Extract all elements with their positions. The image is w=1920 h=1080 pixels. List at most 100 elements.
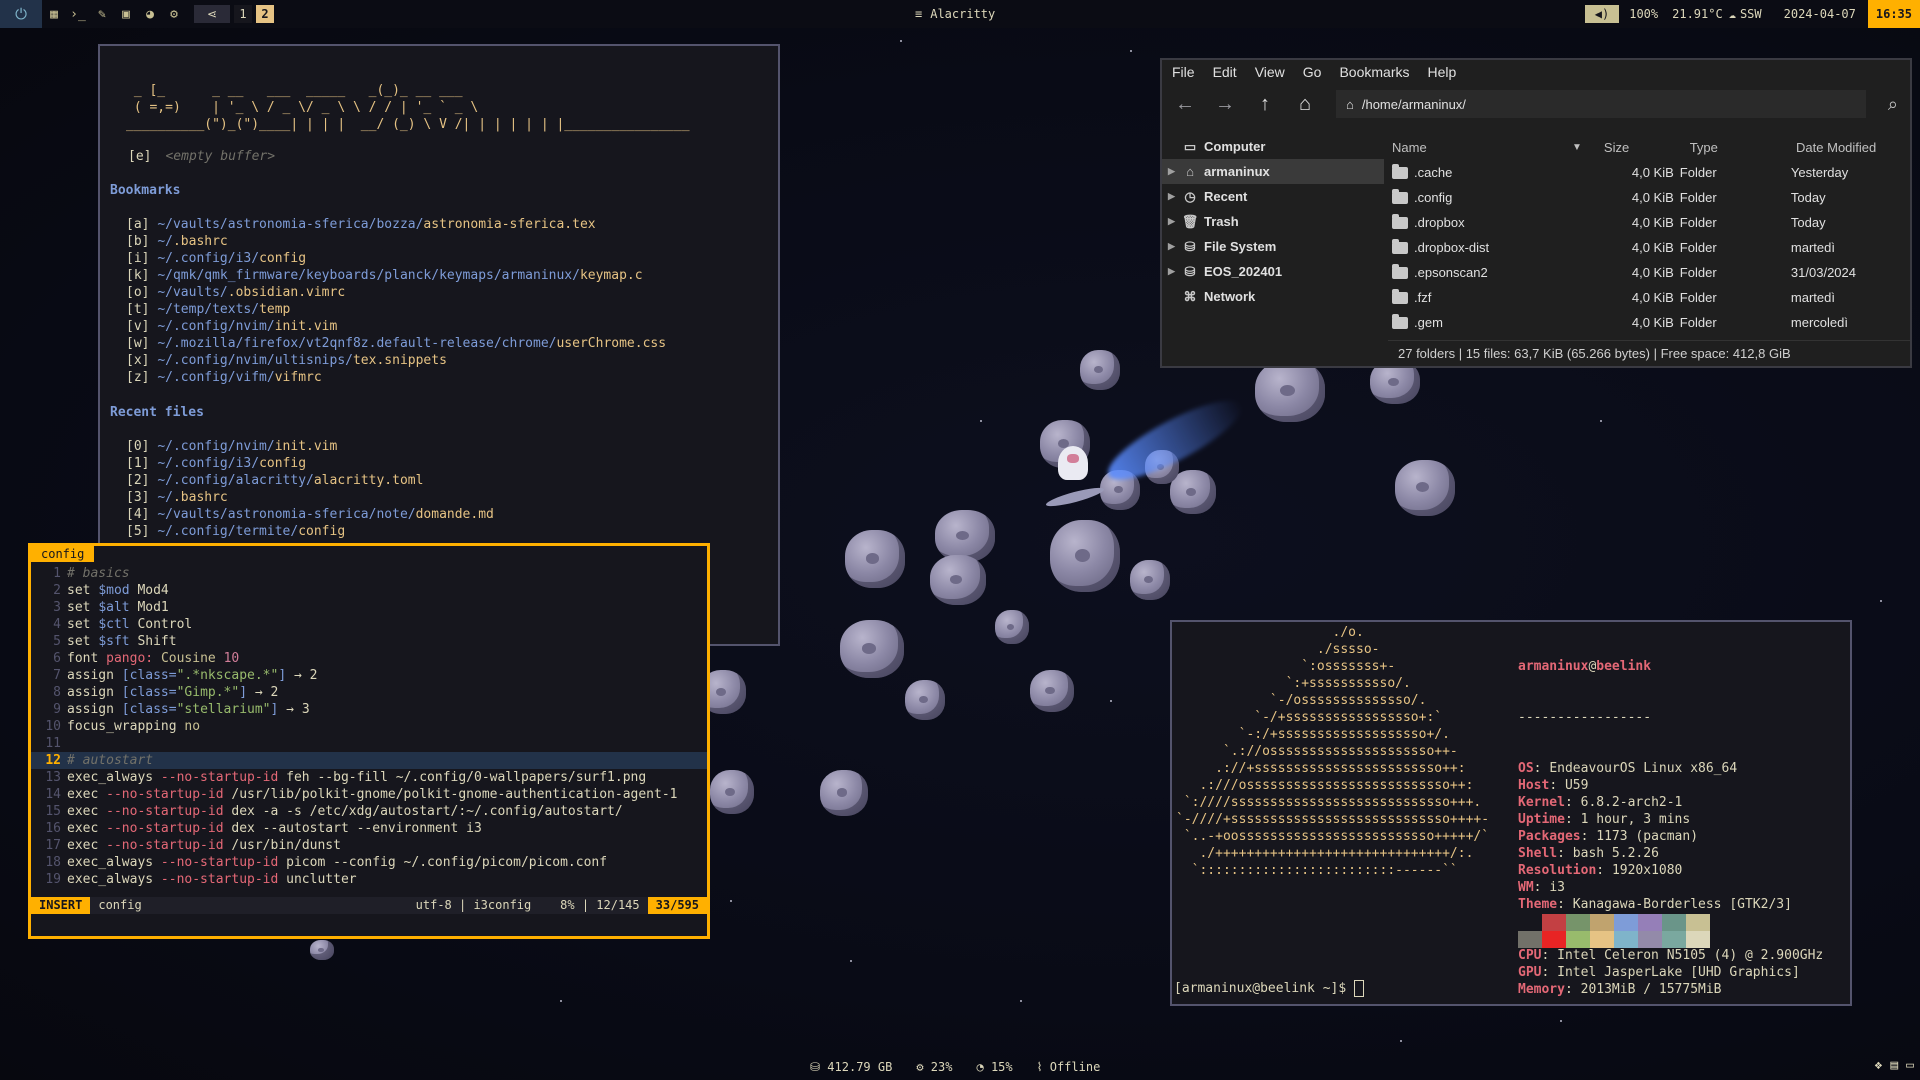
code-line[interactable]: 11 (31, 735, 707, 752)
bookmark-item[interactable]: [v] ~/.config/nvim/init.vim (126, 318, 666, 335)
terminal-icon[interactable]: ›_ (66, 7, 90, 22)
workspace-2[interactable]: 2 (256, 5, 274, 23)
table-row[interactable]: .fzf 4,0 KiB Folder martedì (1388, 285, 1910, 310)
menu-go[interactable]: Go (1303, 64, 1322, 80)
bookmark-item[interactable]: [x] ~/.config/nvim/ultisnips/tex.snippet… (126, 352, 666, 369)
expand-arrow-icon[interactable]: ▶ (1168, 166, 1180, 177)
column-type[interactable]: Type (1690, 140, 1796, 155)
circle-icon[interactable]: ◕ (138, 7, 162, 22)
clock[interactable]: 16:35 (1867, 0, 1920, 28)
info-key: Host (1518, 778, 1550, 793)
code-line[interactable]: 12 # autostart (31, 752, 707, 769)
menu-bookmarks[interactable]: Bookmarks (1339, 64, 1409, 80)
gear-icon[interactable]: ⚙ (162, 7, 186, 22)
code-line[interactable]: 7 assign [class=".*nkscape.*"] → 2 (31, 667, 707, 684)
sidebar-item-recent[interactable]: ▶ ◷ Recent (1162, 184, 1384, 209)
workspace-1[interactable]: 1 (234, 5, 252, 23)
empty-buffer-entry[interactable]: [e] <empty buffer> (128, 148, 275, 165)
sidebar-item-computer[interactable]: ▭ Computer (1162, 134, 1384, 159)
grid-icon[interactable]: ▦ (42, 7, 66, 22)
code-line[interactable]: 14 exec --no-startup-id /usr/lib/polkit-g… (31, 786, 707, 803)
menu-help[interactable]: Help (1428, 64, 1457, 80)
menu-edit[interactable]: Edit (1213, 64, 1237, 80)
column-size[interactable]: Size (1590, 140, 1690, 155)
bookmark-item[interactable]: [z] ~/.config/vifm/vifmrc (126, 369, 666, 386)
sidebar-item-label: armaninux (1204, 164, 1270, 179)
code-line[interactable]: 18 exec_always --no-startup-id picom --co… (31, 854, 707, 871)
code-line[interactable]: 3 set $alt Mod1 (31, 599, 707, 616)
table-row[interactable]: .epsonscan2 4,0 KiB Folder 31/03/2024 (1388, 260, 1910, 285)
expand-arrow-icon[interactable]: ▶ (1168, 241, 1180, 252)
code-line[interactable]: 17 exec --no-startup-id /usr/bin/dunst (31, 837, 707, 854)
config-editor[interactable]: config 1 # basics 2 set $mod Mod4 3 set $alt … (28, 543, 710, 939)
code-area[interactable]: 1 # basics 2 set $mod Mod4 3 set $alt Mod1 4 se… (31, 565, 707, 888)
recent-item[interactable]: [1] ~/.config/i3/config (126, 455, 494, 472)
edit-icon[interactable]: ✎ (90, 7, 114, 22)
share-icon[interactable]: ⋖ (194, 5, 230, 23)
code-line[interactable]: 2 set $mod Mod4 (31, 582, 707, 599)
sidebar-item-trash[interactable]: ▶ 🗑 Trash (1162, 209, 1384, 234)
expand-arrow-icon[interactable]: ▶ (1168, 216, 1180, 227)
home-icon[interactable]: ⌂ (1292, 91, 1318, 117)
scanner-icon[interactable]: ▤ (1890, 1058, 1898, 1073)
asteroid (930, 555, 986, 605)
bookmark-item[interactable]: [a] ~/vaults/astronomia-sferica/bozza/as… (126, 216, 666, 233)
recent-item[interactable]: [5] ~/.config/termite/config (126, 523, 494, 540)
bookmark-item[interactable]: [i] ~/.config/i3/config (126, 250, 666, 267)
expand-arrow-icon[interactable]: ▶ (1168, 266, 1180, 277)
bookmark-item[interactable]: [o] ~/vaults/.obsidian.vimrc (126, 284, 666, 301)
column-name[interactable]: Name ▼ (1388, 140, 1590, 155)
expand-arrow-icon[interactable]: ▶ (1168, 191, 1180, 202)
up-arrow-icon[interactable]: ↑ (1252, 91, 1278, 117)
location-bar[interactable]: ⌂ /home/armaninux/ (1336, 90, 1866, 118)
table-row[interactable]: .dropbox 4,0 KiB Folder Today (1388, 210, 1910, 235)
file-name: .config (1414, 190, 1453, 205)
network-icon: ⌘ (1183, 288, 1197, 304)
bookmark-item[interactable]: [w] ~/.mozilla/firefox/vt2qnf8z.default-… (126, 335, 666, 352)
back-arrow-icon[interactable]: ← (1172, 91, 1198, 117)
code-line[interactable]: 8 assign [class="Gimp.*"] → 2 (31, 684, 707, 701)
recent-item[interactable]: [2] ~/.config/alacritty/alacritty.toml (126, 472, 494, 489)
code-line[interactable]: 16 exec --no-startup-id dex --autostart -… (31, 820, 707, 837)
code-line[interactable]: 4 set $ctl Control (31, 616, 707, 633)
code-line[interactable]: 1 # basics (31, 565, 707, 582)
table-row[interactable]: .config 4,0 KiB Folder Today (1388, 185, 1910, 210)
code-line[interactable]: 10 focus_wrapping no (31, 718, 707, 735)
bookmark-item[interactable]: [k] ~/qmk/qmk_firmware/keyboards/planck/… (126, 267, 666, 284)
sidebar-item-armaninux[interactable]: ▶ ⌂ armaninux (1162, 159, 1384, 184)
dropbox-icon[interactable]: ❖ (1875, 1058, 1883, 1073)
code-line[interactable]: 5 set $sft Shift (31, 633, 707, 650)
menu-file[interactable]: File (1172, 64, 1195, 80)
forward-arrow-icon[interactable]: → (1212, 91, 1238, 117)
sidebar-item-file-system[interactable]: ▶ ⛁ File System (1162, 234, 1384, 259)
shell-prompt[interactable]: [armaninux@beelink ~]$ (1174, 980, 1365, 997)
power-icon[interactable]: ⏻ (0, 0, 42, 28)
recent-item[interactable]: [3] ~/.bashrc (126, 489, 494, 506)
code-line[interactable]: 6 font pango: Cousine 10 (31, 650, 707, 667)
code-line[interactable]: 15 exec --no-startup-id dex -a -s /etc/xd… (31, 803, 707, 820)
search-icon[interactable]: ⌕ (1888, 94, 1898, 115)
code-line[interactable]: 13 exec_always --no-startup-id feh --bg-f… (31, 769, 707, 786)
display-icon[interactable]: ▭ (1906, 1058, 1914, 1073)
bookmark-item[interactable]: [b] ~/.bashrc (126, 233, 666, 250)
bookmark-item[interactable]: [t] ~/temp/texts/temp (126, 301, 666, 318)
file-manager-window[interactable]: File Edit View Go Bookmarks Help ← → ↑ ⌂ ⌂ /h… (1160, 58, 1912, 368)
editor-tab[interactable]: config (31, 546, 95, 562)
info-value: 2013MiB / 15775MiB (1580, 982, 1722, 997)
neofetch-terminal[interactable]: ./o. ./sssso- `:osssssss+- `:+ssssssssss… (1170, 620, 1852, 1006)
code-line[interactable]: 19 exec_always --no-startup-id unclutter (31, 871, 707, 888)
window-icon[interactable]: ▣ (114, 7, 138, 22)
column-date[interactable]: Date Modified (1796, 140, 1910, 155)
recent-item[interactable]: [4] ~/vaults/astronomia-sferica/note/dom… (126, 506, 494, 523)
color-swatch (1638, 914, 1662, 931)
table-row[interactable]: .dropbox-dist 4,0 KiB Folder martedì (1388, 235, 1910, 260)
sidebar-item-eos_202401[interactable]: ▶ ⛁ EOS_202401 (1162, 259, 1384, 284)
recent-item[interactable]: [0] ~/.config/nvim/init.vim (126, 438, 494, 455)
table-row[interactable]: .cache 4,0 KiB Folder Yesterday (1388, 160, 1910, 185)
table-row[interactable]: .gem 4,0 KiB Folder mercoledì (1388, 310, 1910, 335)
bottom-bar: ⛁ 412.79 GB ⚙ 23% ◔ 15% ⌇ Offline (810, 1058, 1100, 1076)
menu-view[interactable]: View (1255, 64, 1285, 80)
volume-indicator[interactable]: ◀) (1584, 5, 1620, 23)
code-line[interactable]: 9 assign [class="stellarium"] → 3 (31, 701, 707, 718)
sidebar-item-network[interactable]: ⌘ Network (1162, 284, 1384, 309)
